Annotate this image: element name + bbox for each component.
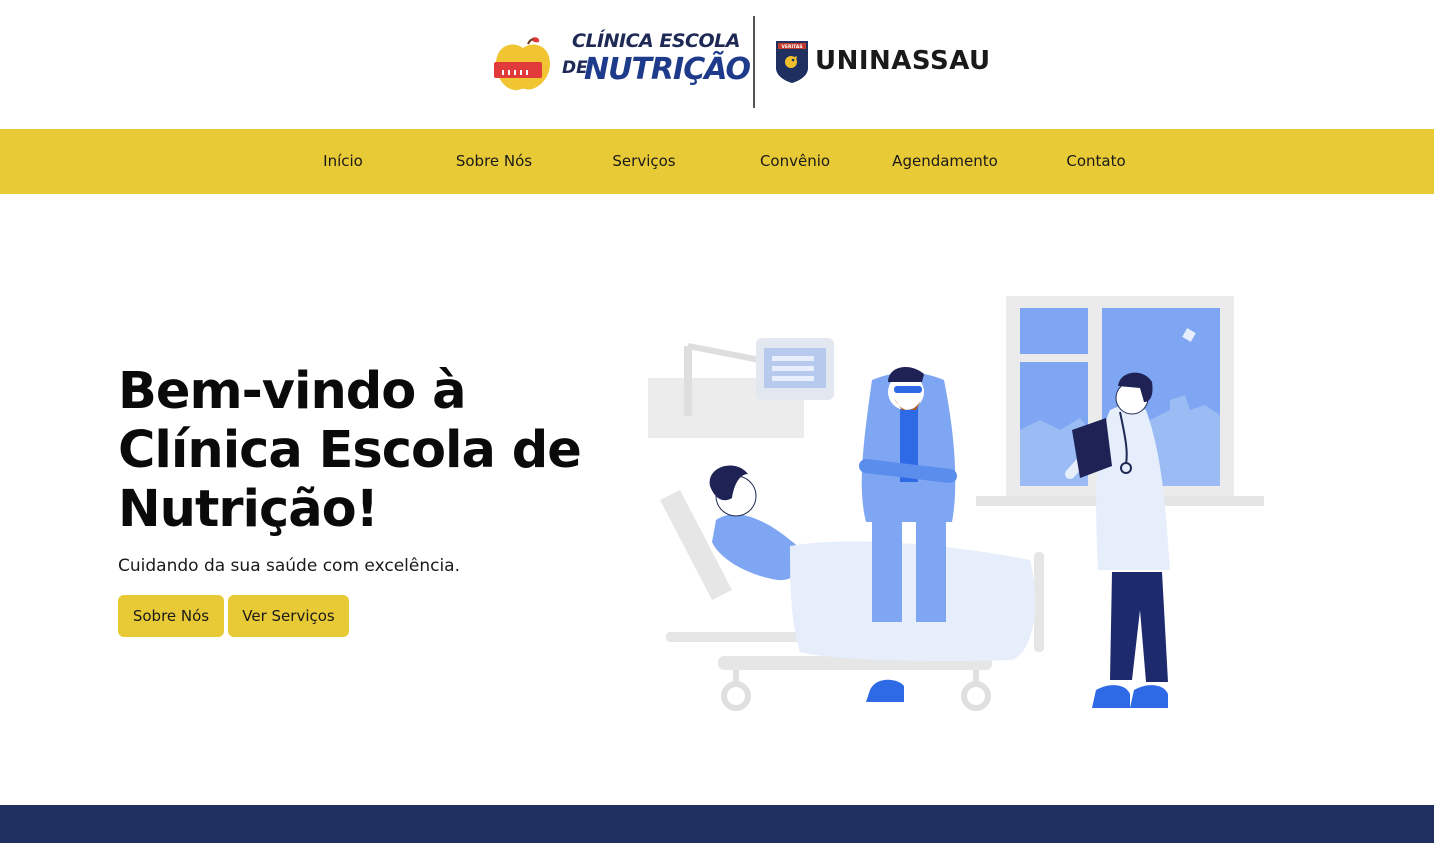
blanket (790, 541, 1036, 662)
clinic-logo[interactable]: CLÍNICA ESCOLA DE NUTRIÇÃO (492, 28, 751, 98)
hospital-consultation-illustration (648, 296, 1264, 711)
main-nav: Início Sobre Nós Serviços Convênio Agend… (0, 129, 1434, 194)
clinic-name-line2: NUTRIÇÃO (584, 52, 751, 87)
nav-item-agendamento[interactable]: Agendamento (892, 129, 998, 194)
window-pane (1020, 308, 1088, 354)
bed-wheel (961, 681, 991, 711)
logo-divider (753, 16, 755, 108)
hero-title: Bem-vindo à Clínica Escola de Nutrição! (118, 362, 582, 539)
bed-wheel (721, 681, 751, 711)
nav-item-sobre-nos[interactable]: Sobre Nós (456, 129, 532, 194)
clinic-wordmark: CLÍNICA ESCOLA DE NUTRIÇÃO (562, 28, 751, 98)
uninassau-logo[interactable]: VERITAS UNINASSAU (775, 40, 995, 84)
uninassau-shield-icon: VERITAS (776, 41, 808, 83)
nav-item-inicio[interactable]: Início (323, 129, 363, 194)
nav-item-servicos[interactable]: Serviços (612, 129, 675, 194)
nav-item-contato[interactable]: Contato (1066, 129, 1125, 194)
shield-text: VERITAS (781, 44, 802, 50)
view-services-button[interactable]: Ver Serviços (228, 595, 349, 637)
apple-ruler-icon (494, 37, 550, 91)
site-header: CLÍNICA ESCOLA DE NUTRIÇÃO VERITAS UNINA… (0, 0, 1434, 129)
footer-band (0, 805, 1434, 843)
clinic-name-line1: CLÍNICA ESCOLA (572, 30, 740, 52)
hero-subtitle: Cuidando da sua saúde com excelência. (118, 556, 461, 576)
nav-item-convenio[interactable]: Convênio (760, 129, 830, 194)
university-name: UNINASSAU (815, 46, 991, 76)
about-button[interactable]: Sobre Nós (118, 595, 224, 637)
